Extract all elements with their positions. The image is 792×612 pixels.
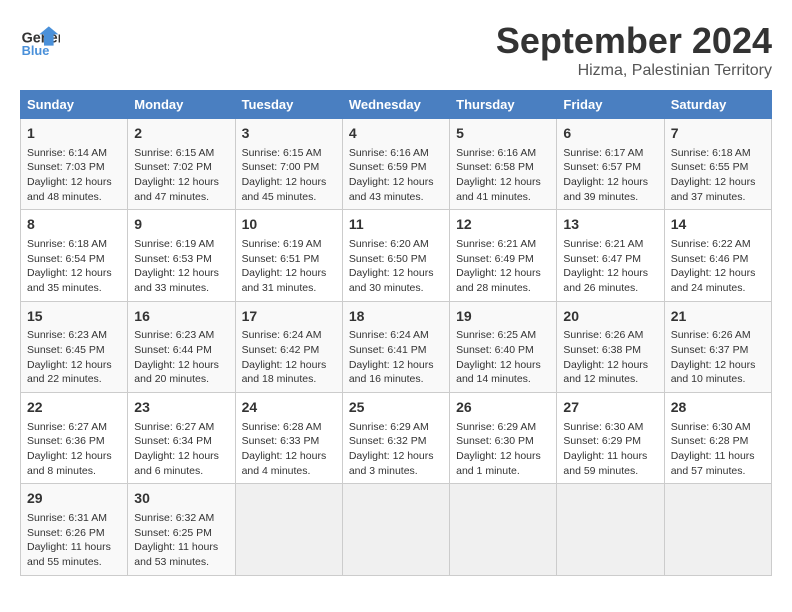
weekday-header-sunday: Sunday: [21, 91, 128, 119]
calendar-cell: 7 Sunrise: 6:18 AM Sunset: 6:55 PM Dayli…: [664, 119, 771, 210]
calendar-cell: 26 Sunrise: 6:29 AM Sunset: 6:30 PM Dayl…: [450, 393, 557, 484]
weekday-header-row: SundayMondayTuesdayWednesdayThursdayFrid…: [21, 91, 772, 119]
weekday-header-tuesday: Tuesday: [235, 91, 342, 119]
calendar-cell: 9 Sunrise: 6:19 AM Sunset: 6:53 PM Dayli…: [128, 210, 235, 301]
title-block: September 2024 Hizma, Palestinian Territ…: [496, 20, 772, 80]
calendar-table: SundayMondayTuesdayWednesdayThursdayFrid…: [20, 90, 772, 576]
calendar-cell: 27 Sunrise: 6:30 AM Sunset: 6:29 PM Dayl…: [557, 393, 664, 484]
day-number: 2: [134, 124, 228, 144]
day-number: 23: [134, 398, 228, 418]
week-row-4: 22 Sunrise: 6:27 AM Sunset: 6:36 PM Dayl…: [21, 393, 772, 484]
calendar-cell: 21 Sunrise: 6:26 AM Sunset: 6:37 PM Dayl…: [664, 301, 771, 392]
day-number: 1: [27, 124, 121, 144]
weekday-header-monday: Monday: [128, 91, 235, 119]
calendar-cell: 14 Sunrise: 6:22 AM Sunset: 6:46 PM Dayl…: [664, 210, 771, 301]
calendar-cell: 19 Sunrise: 6:25 AM Sunset: 6:40 PM Dayl…: [450, 301, 557, 392]
week-row-5: 29 Sunrise: 6:31 AM Sunset: 6:26 PM Dayl…: [21, 484, 772, 575]
calendar-cell: 22 Sunrise: 6:27 AM Sunset: 6:36 PM Dayl…: [21, 393, 128, 484]
calendar-cell: 11 Sunrise: 6:20 AM Sunset: 6:50 PM Dayl…: [342, 210, 449, 301]
calendar-cell: 12 Sunrise: 6:21 AM Sunset: 6:49 PM Dayl…: [450, 210, 557, 301]
day-number: 19: [456, 307, 550, 327]
calendar-cell: [664, 484, 771, 575]
calendar-cell: 24 Sunrise: 6:28 AM Sunset: 6:33 PM Dayl…: [235, 393, 342, 484]
location-title: Hizma, Palestinian Territory: [496, 62, 772, 80]
day-number: 26: [456, 398, 550, 418]
calendar-cell: 2 Sunrise: 6:15 AM Sunset: 7:02 PM Dayli…: [128, 119, 235, 210]
month-title: September 2024: [496, 20, 772, 62]
calendar-cell: 16 Sunrise: 6:23 AM Sunset: 6:44 PM Dayl…: [128, 301, 235, 392]
day-number: 10: [242, 215, 336, 235]
day-number: 22: [27, 398, 121, 418]
calendar-cell: 20 Sunrise: 6:26 AM Sunset: 6:38 PM Dayl…: [557, 301, 664, 392]
day-number: 9: [134, 215, 228, 235]
day-number: 11: [349, 215, 443, 235]
day-number: 15: [27, 307, 121, 327]
calendar-cell: 6 Sunrise: 6:17 AM Sunset: 6:57 PM Dayli…: [557, 119, 664, 210]
day-number: 4: [349, 124, 443, 144]
week-row-2: 8 Sunrise: 6:18 AM Sunset: 6:54 PM Dayli…: [21, 210, 772, 301]
day-number: 13: [563, 215, 657, 235]
weekday-header-friday: Friday: [557, 91, 664, 119]
calendar-cell: 10 Sunrise: 6:19 AM Sunset: 6:51 PM Dayl…: [235, 210, 342, 301]
calendar-cell: [557, 484, 664, 575]
weekday-header-wednesday: Wednesday: [342, 91, 449, 119]
day-number: 29: [27, 489, 121, 509]
day-number: 18: [349, 307, 443, 327]
calendar-cell: 1 Sunrise: 6:14 AM Sunset: 7:03 PM Dayli…: [21, 119, 128, 210]
weekday-header-thursday: Thursday: [450, 91, 557, 119]
day-number: 30: [134, 489, 228, 509]
day-number: 7: [671, 124, 765, 144]
calendar-cell: 5 Sunrise: 6:16 AM Sunset: 6:58 PM Dayli…: [450, 119, 557, 210]
day-number: 25: [349, 398, 443, 418]
logo: General Blue: [20, 20, 64, 60]
header: General Blue September 2024 Hizma, Pales…: [20, 20, 772, 80]
calendar-cell: 18 Sunrise: 6:24 AM Sunset: 6:41 PM Dayl…: [342, 301, 449, 392]
day-number: 24: [242, 398, 336, 418]
day-number: 20: [563, 307, 657, 327]
day-number: 28: [671, 398, 765, 418]
calendar-cell: [342, 484, 449, 575]
calendar-cell: 28 Sunrise: 6:30 AM Sunset: 6:28 PM Dayl…: [664, 393, 771, 484]
day-number: 5: [456, 124, 550, 144]
calendar-cell: 17 Sunrise: 6:24 AM Sunset: 6:42 PM Dayl…: [235, 301, 342, 392]
day-number: 14: [671, 215, 765, 235]
logo-icon: General Blue: [20, 20, 60, 60]
day-number: 6: [563, 124, 657, 144]
week-row-1: 1 Sunrise: 6:14 AM Sunset: 7:03 PM Dayli…: [21, 119, 772, 210]
day-number: 12: [456, 215, 550, 235]
calendar-cell: 29 Sunrise: 6:31 AM Sunset: 6:26 PM Dayl…: [21, 484, 128, 575]
day-number: 3: [242, 124, 336, 144]
calendar-cell: [235, 484, 342, 575]
calendar-cell: 13 Sunrise: 6:21 AM Sunset: 6:47 PM Dayl…: [557, 210, 664, 301]
calendar-cell: 30 Sunrise: 6:32 AM Sunset: 6:25 PM Dayl…: [128, 484, 235, 575]
calendar-cell: 15 Sunrise: 6:23 AM Sunset: 6:45 PM Dayl…: [21, 301, 128, 392]
day-number: 27: [563, 398, 657, 418]
day-number: 21: [671, 307, 765, 327]
day-number: 16: [134, 307, 228, 327]
calendar-cell: 4 Sunrise: 6:16 AM Sunset: 6:59 PM Dayli…: [342, 119, 449, 210]
calendar-cell: 3 Sunrise: 6:15 AM Sunset: 7:00 PM Dayli…: [235, 119, 342, 210]
day-number: 8: [27, 215, 121, 235]
day-number: 17: [242, 307, 336, 327]
calendar-cell: 23 Sunrise: 6:27 AM Sunset: 6:34 PM Dayl…: [128, 393, 235, 484]
week-row-3: 15 Sunrise: 6:23 AM Sunset: 6:45 PM Dayl…: [21, 301, 772, 392]
calendar-cell: [450, 484, 557, 575]
calendar-cell: 25 Sunrise: 6:29 AM Sunset: 6:32 PM Dayl…: [342, 393, 449, 484]
weekday-header-saturday: Saturday: [664, 91, 771, 119]
calendar-cell: 8 Sunrise: 6:18 AM Sunset: 6:54 PM Dayli…: [21, 210, 128, 301]
